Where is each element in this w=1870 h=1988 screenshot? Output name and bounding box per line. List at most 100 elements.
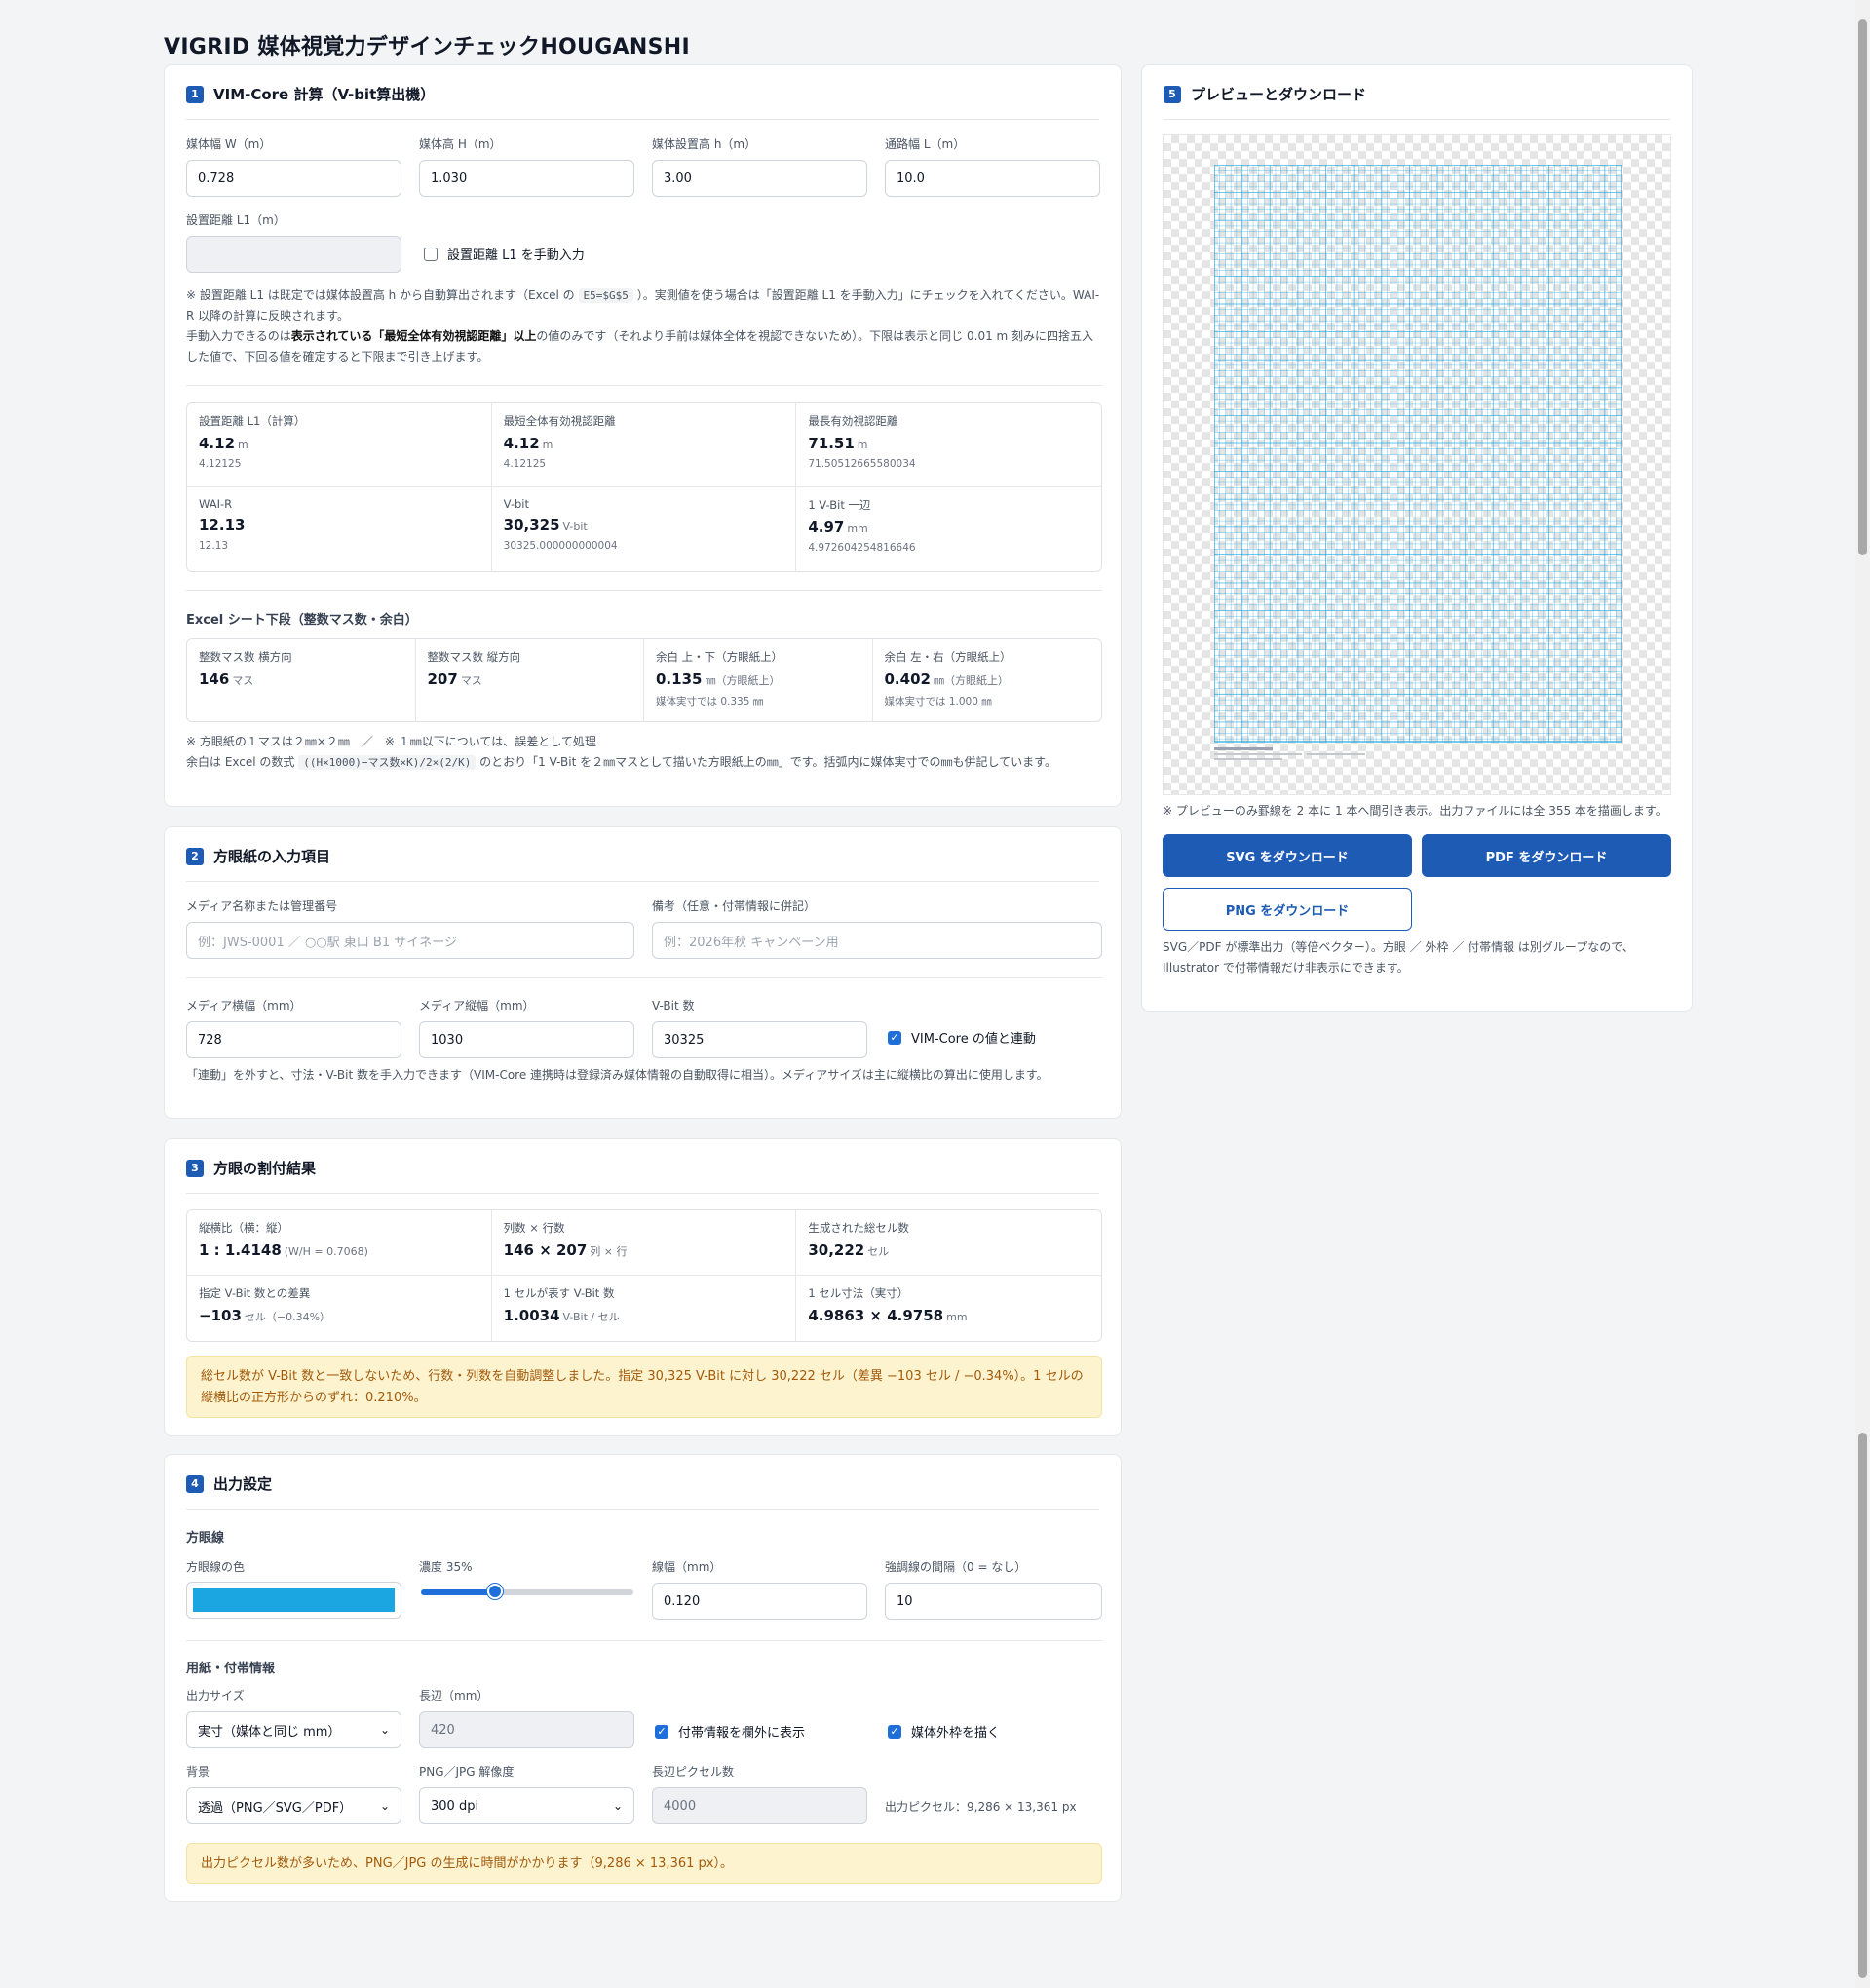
height-field: 媒体高 H（m） 1.030	[419, 135, 634, 197]
chevron-down-icon: ⌄	[379, 1799, 390, 1813]
vim-core-link-label: VIM-Core の値と連動	[911, 1032, 1036, 1047]
output-size-select[interactable]: 実寸（媒体と同じ mm） ⌄	[186, 1711, 401, 1748]
divider	[186, 385, 1102, 386]
divider	[186, 1640, 1102, 1641]
show-info-toggle[interactable]: ✓ 付帯情報を欄外に表示	[655, 1722, 805, 1740]
media-width-input[interactable]: 728	[186, 1021, 401, 1058]
opacity-slider[interactable]	[421, 1584, 633, 1599]
metric-raw: 30325.000000000004	[503, 540, 618, 552]
download-pdf-button[interactable]: PDF をダウンロード	[1422, 834, 1671, 877]
divider	[186, 977, 1102, 978]
resolution-select[interactable]: 300 dpi ⌄	[419, 1787, 634, 1824]
media-name-label: メディア名称または管理番号	[186, 899, 338, 913]
resolution-label: PNG／JPG 解像度	[419, 1765, 515, 1778]
divider	[186, 590, 1102, 591]
section-header: 2 方眼紙の入力項目	[186, 827, 1099, 882]
page-title: VIGRID 媒体視覚力デザインチェックHOUGANSHI	[164, 35, 690, 59]
line-color-picker[interactable]	[186, 1582, 401, 1619]
section-header: 5 プレビューとダウンロード	[1164, 65, 1670, 120]
media-width-field: メディア横幅（mm） 728	[186, 997, 401, 1058]
excel-grid: 整数マス数 横方向 146 マス 整数マス数 縦方向 207 マス 余白 上・下（方眼紙…	[186, 638, 1102, 722]
info-footer	[1214, 747, 1365, 760]
l1-note-text-c: 手動入力できるのは	[186, 329, 291, 343]
manual-l1-toggle[interactable]: 設置距離 L1 を手動入力	[424, 245, 585, 263]
metric-value: 30,325 V-bit	[503, 516, 588, 534]
memo-input[interactable]: 例：2026年秋 キャンペーン用	[652, 922, 1102, 959]
metric-label: 最短全体有効視認距離	[503, 414, 616, 428]
download-svg-button[interactable]: SVG をダウンロード	[1163, 834, 1412, 877]
line-width-label: 線幅（mm）	[652, 1560, 722, 1574]
emphasis-interval-input[interactable]: 10	[885, 1583, 1102, 1620]
download-png-button[interactable]: PNG をダウンロード	[1163, 888, 1412, 931]
manual-l1-label: 設置距離 L1 を手動入力	[447, 248, 585, 263]
media-height-label: メディア縦幅（mm）	[419, 999, 535, 1013]
metrics-grid: 設置距離 L1（計算） 4.12 m 4.12125 最短全体有効視認距離 4.12 m 4…	[186, 402, 1102, 572]
install-height-field: 媒体設置高 h（m） 3.00	[652, 135, 867, 197]
excel-margin-tb: 余白 上・下（方眼紙上） 0.135 ㎜（方眼紙上） 媒体実寸では 0.335 ㎜	[644, 639, 873, 721]
adjust-warning: 総セル数が V-Bit 数と一致しないため、行数・列数を自動調整しました。指定 …	[186, 1356, 1102, 1418]
section-header: 3 方眼の割付結果	[186, 1139, 1099, 1194]
link-note: 「連動」を外すと、寸法・V-Bit 数を手入力できます（VIM-Core 連携時…	[186, 1068, 1049, 1082]
width-input[interactable]: 0.728	[186, 160, 401, 197]
media-height-input[interactable]: 1030	[419, 1021, 634, 1058]
metric-wai-r: WAI-R 12.13 12.13	[187, 487, 492, 571]
metric-label: V-bit	[503, 497, 530, 511]
scrollbar-thumb-lower[interactable]	[1858, 1433, 1867, 1978]
emphasis-interval-field: 強調線の間隔（0 = なし） 10	[885, 1558, 1102, 1620]
metric-l1: 設置距離 L1（計算） 4.12 m 4.12125	[187, 403, 492, 487]
draw-frame-label: 媒体外枠を描く	[911, 1726, 1001, 1740]
result-aspect: 縦横比（横：縦） 1 : 1.4148 (W/H = 0.7068)	[187, 1210, 492, 1276]
background-select[interactable]: 透過（PNG／SVG／PDF） ⌄	[186, 1787, 401, 1824]
resolution-field: PNG／JPG 解像度 300 dpi ⌄	[419, 1763, 634, 1824]
distance-l1-input[interactable]	[186, 236, 401, 273]
line-color-label: 方眼線の色	[186, 1560, 246, 1574]
result-diff: 指定 V-Bit 数との差異 −103 セル（−0.34%）	[187, 1276, 492, 1341]
download-note: SVG／PDF が標準出力（等倍ベクター）。方眼 ／ 外枠 ／ 付帯情報 は別グ…	[1163, 940, 1634, 975]
show-info-checkbox[interactable]: ✓	[655, 1724, 668, 1739]
draw-frame-toggle[interactable]: ✓ 媒体外枠を描く	[888, 1722, 1000, 1740]
vim-core-link-checkbox[interactable]: ✓	[888, 1030, 901, 1045]
page-scrollbar[interactable]	[1855, 0, 1870, 1988]
metric-raw: 4.972604254816646	[808, 542, 916, 554]
media-width-label: メディア横幅（mm）	[186, 999, 302, 1013]
chevron-down-icon: ⌄	[379, 1723, 390, 1737]
metric-value: 12.13	[199, 516, 246, 534]
metric-value: 4.97 mm	[808, 518, 868, 536]
v-bit-count-input[interactable]: 30325	[652, 1021, 867, 1058]
section-number: 2	[186, 847, 204, 865]
l1-note-bold: 表示されている「最短全体有効視認距離」以上	[290, 329, 537, 343]
excel-note-text-a: 余白は Excel の数式	[186, 755, 295, 769]
scrollbar-thumb[interactable]	[1858, 19, 1867, 555]
height-input[interactable]: 1.030	[419, 160, 634, 197]
metric-value: 4.12 m	[503, 435, 553, 452]
section-title: 出力設定	[213, 1475, 273, 1493]
section-title: プレビューとダウンロード	[1191, 86, 1367, 103]
long-pixels-input[interactable]: 4000	[652, 1787, 867, 1824]
install-height-input[interactable]: 3.00	[652, 160, 867, 197]
media-name-input[interactable]: 例：JWS-0001 ／ ○○駅 東口 B1 サイネージ	[186, 922, 634, 959]
long-side-input[interactable]: 420	[419, 1711, 634, 1748]
vim-core-link-toggle[interactable]: ✓ VIM-Core の値と連動	[888, 1028, 1036, 1047]
section-number: 5	[1164, 85, 1181, 103]
excel-note-line-1: ※ 方眼紙の１マスは２㎜×２㎜ ／ ※ １㎜以下については、誤差として処理	[186, 735, 596, 748]
section-vim-core: 1 VIM-Core 計算（V-bit算出機） 媒体幅 W（m） 0.728 媒…	[164, 64, 1122, 807]
section-number: 3	[186, 1159, 204, 1177]
result-total-cells: 生成された総セル数 30,222 セル	[796, 1210, 1101, 1276]
aisle-width-label: 通路幅 L（m）	[885, 137, 966, 151]
manual-l1-checkbox[interactable]	[424, 247, 438, 261]
memo-label: 備考（任意・付帯情報に併記）	[652, 899, 817, 913]
l1-note: ※ 設置距離 L1 は既定では媒体設置高 h から自動算出されます（Excel …	[186, 286, 1102, 367]
opacity-slider-knob[interactable]	[487, 1584, 504, 1599]
section-number: 4	[186, 1474, 204, 1493]
aisle-width-input[interactable]: 10.0	[885, 160, 1100, 197]
excel-formula-code: E5=$G$5	[578, 288, 633, 303]
draw-frame-checkbox[interactable]: ✓	[888, 1724, 901, 1739]
metric-raw: 71.50512665580034	[808, 458, 916, 470]
paper-section-title: 用紙・付帯情報	[186, 1662, 276, 1676]
distance-l1-field: 設置距離 L1（m）	[186, 211, 401, 273]
line-width-input[interactable]: 0.120	[652, 1583, 867, 1620]
section-header: 1 VIM-Core 計算（V-bit算出機）	[186, 65, 1099, 120]
width-label: 媒体幅 W（m）	[186, 137, 272, 151]
long-side-field: 長辺（mm） 420	[419, 1687, 634, 1748]
margin-formula-code: ((H×1000)−マス数×K)/2×(2/K)	[298, 755, 477, 770]
